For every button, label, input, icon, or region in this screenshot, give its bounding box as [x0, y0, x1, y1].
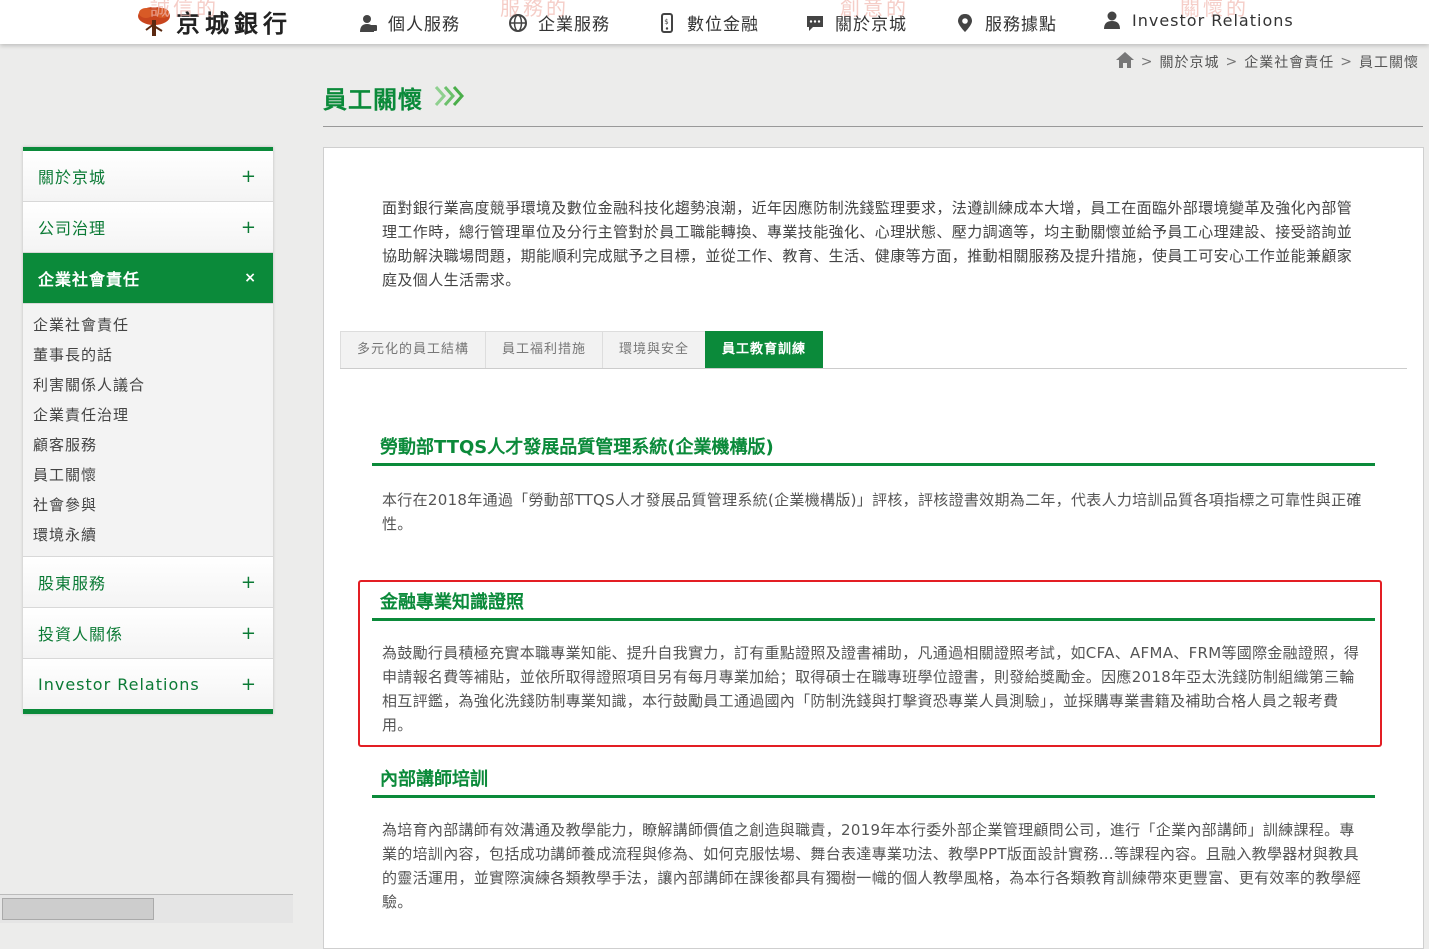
sidebar-item-label: 股東服務	[38, 574, 107, 593]
sidebar-item-label: 投資人關係	[38, 625, 124, 644]
page-title: 員工關懷	[323, 86, 423, 114]
sidebar-item-label: 企業社會責任	[38, 270, 141, 289]
tab-employee-training[interactable]: 員工教育訓練	[705, 331, 824, 368]
sidebar-item-label: Investor Relations	[38, 674, 200, 694]
scrollbar-thumb[interactable]	[2, 898, 154, 920]
globe-icon	[508, 13, 528, 33]
tab-bar: 多元化的員工結構 員工福利措施 環境與安全 員工教育訓練	[340, 331, 1407, 369]
sidebar-submenu: 企業社會責任 董事長的話 利害關係人議合 企業責任治理 顧客服務 員工關懷 社會…	[23, 304, 273, 557]
collapse-icon: ×	[244, 270, 257, 286]
nav-corporate-services[interactable]: 企業服務	[508, 10, 610, 35]
highlight-box	[358, 580, 1382, 747]
breadcrumb-current: 員工關懷	[1359, 55, 1419, 71]
sidebar-item-label: 關於京城	[38, 168, 107, 187]
expand-icon: +	[240, 622, 257, 644]
expand-icon: +	[240, 571, 257, 593]
submenu-link[interactable]: 顧客服務	[23, 430, 273, 460]
location-pin-icon	[955, 13, 975, 33]
home-icon[interactable]	[1115, 51, 1135, 73]
sidebar-item-shareholder[interactable]: 股東服務 +	[23, 557, 273, 608]
expand-icon: +	[240, 216, 257, 238]
breadcrumb-link[interactable]: 關於京城	[1160, 52, 1220, 72]
submenu-link[interactable]: 企業責任治理	[23, 400, 273, 430]
nav-label: 個人服務	[388, 15, 460, 35]
sidebar-item-governance[interactable]: 公司治理 +	[23, 202, 273, 253]
submenu-link[interactable]: 社會參與	[23, 490, 273, 520]
double-chevron-icon	[434, 86, 465, 106]
decorative-watermark: 誠信的	[150, 0, 219, 20]
sidebar-menu: 關於京城 + 公司治理 + 企業社會責任 × 企業社會責任 董事長的話 利害關係…	[23, 147, 273, 714]
sidebar-item-label: 公司治理	[38, 219, 107, 238]
person-icon	[358, 13, 378, 33]
breadcrumb-separator: >	[1340, 54, 1353, 70]
submenu-link[interactable]: 利害關係人議合	[23, 370, 273, 400]
nav-about[interactable]: 關於京城	[805, 10, 907, 35]
tab-employee-benefits[interactable]: 員工福利措施	[485, 331, 604, 368]
top-navigation-bar: 京城銀行 誠信的 服務的 創意的 關懷的 個人服務 企業服務 $ 數位金融 關於…	[0, 0, 1429, 44]
sidebar-item-csr[interactable]: 企業社會責任 ×	[23, 253, 273, 304]
nav-personal-services[interactable]: 個人服務	[358, 10, 460, 35]
section-body: 本行在2018年通過「勞動部TTQS人才發展品質管理系統(企業機構版)」評核，評…	[382, 491, 1362, 533]
tab-environment-safety[interactable]: 環境與安全	[602, 331, 707, 368]
submenu-link[interactable]: 員工關懷	[23, 460, 273, 490]
section-ttqs: 勞動部TTQS人才發展品質管理系統(企業機構版) 本行在2018年通過「勞動部T…	[372, 433, 1375, 536]
expand-icon: +	[240, 673, 257, 695]
section-body: 為培育內部講師有效溝通及教學能力，瞭解講師價值之創造與職責，2019年本行委外部…	[382, 821, 1362, 911]
section-title: 內部講師培訓	[372, 765, 1375, 798]
section-internal-trainer: 內部講師培訓 為培育內部講師有效溝通及教學能力，瞭解講師價值之創造與職責，201…	[372, 765, 1375, 914]
section-title: 勞動部TTQS人才發展品質管理系統(企業機構版)	[372, 433, 1375, 466]
breadcrumb-separator: >	[1140, 54, 1154, 70]
breadcrumb-separator: >	[1225, 54, 1239, 70]
nav-digital-finance[interactable]: $ 數位金融	[657, 10, 759, 35]
sidebar-item-investor[interactable]: 投資人關係 +	[23, 608, 273, 659]
content-panel: 面對銀行業高度競爭環境及數位金融科技化趨勢浪潮，近年因應防制洗錢監理要求，法遵訓…	[323, 147, 1424, 949]
breadcrumb-link[interactable]: 企業社會責任	[1244, 52, 1334, 72]
breadcrumb: > 關於京城 > 企業社會責任 > 員工關懷	[1115, 51, 1419, 73]
nav-label: Investor Relations	[1132, 10, 1294, 30]
svg-text:$: $	[664, 18, 669, 26]
nav-label: 數位金融	[687, 15, 759, 35]
nav-label: 企業服務	[538, 15, 610, 35]
sidebar-item-investor-relations[interactable]: Investor Relations +	[23, 659, 273, 709]
nav-label: 關於京城	[835, 15, 907, 35]
title-divider	[323, 126, 1423, 127]
nav-investor-relations[interactable]: Investor Relations	[1102, 10, 1294, 30]
submenu-link[interactable]: 企業社會責任	[23, 310, 273, 340]
tab-diverse-workforce[interactable]: 多元化的員工結構	[340, 331, 487, 368]
sidebar-item-about[interactable]: 關於京城 +	[23, 151, 273, 202]
horizontal-scrollbar[interactable]	[0, 894, 293, 923]
expand-icon: +	[240, 165, 257, 187]
nav-label: 服務據點	[985, 15, 1057, 35]
chat-icon	[805, 13, 825, 33]
intro-paragraph: 面對銀行業高度競爭環境及數位金融科技化趨勢浪潮，近年因應防制洗錢監理要求，法遵訓…	[382, 199, 1353, 289]
submenu-link[interactable]: 董事長的話	[23, 340, 273, 370]
user-icon	[1102, 10, 1122, 30]
phone-icon: $	[657, 12, 677, 33]
submenu-link[interactable]: 環境永續	[23, 520, 273, 550]
nav-service-locations[interactable]: 服務據點	[955, 10, 1057, 35]
